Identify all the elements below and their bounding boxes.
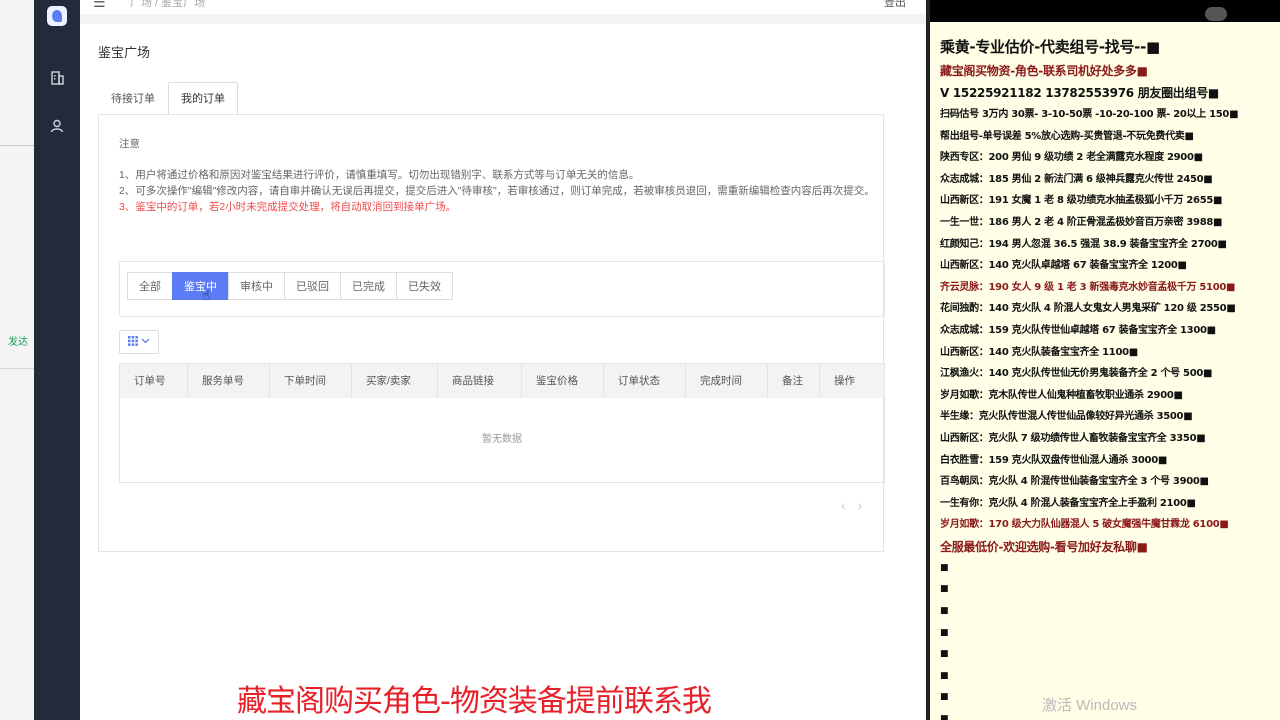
notice-line-3: 3、鉴宝中的订单，若2小时未完成提交处理，将自动取消回到接单广场。 [119, 201, 457, 213]
ad-line: 半生缘：克火队传世混人传世仙品像较好异光通杀 3500■ [940, 411, 1193, 423]
app-logo-icon[interactable] [47, 6, 67, 26]
empty-state-text: 暂无数据 [482, 434, 522, 445]
divider [0, 145, 34, 146]
column-header[interactable]: 备注 [768, 364, 820, 398]
ad-line: ■ [940, 627, 949, 638]
ad-line: ■ [940, 606, 949, 617]
column-header[interactable]: 商品链接 [438, 364, 522, 398]
ad-line: 红颜知己：194 男人忽混 36.5 强混 38.9 装备宝宝齐全 2700■ [940, 238, 1227, 250]
tab-panel: 注意 1、用户将通过价格和原因对鉴宝结果进行评价，请慎重填写。切勿出现错别字、联… [98, 114, 885, 552]
ad-line: 山西新区：191 女魔 1 老 8 级功绩克水抽孟极狐小千万 2655■ [940, 195, 1223, 207]
ad-lines: 乘黄-专业估价-代卖组号-找号--■ 藏宝阁买物资-角色-联系司机好处多多■ V 1… [940, 34, 1280, 720]
background-window-text: 发达 [8, 337, 28, 348]
ad-line: 齐云灵脉：190 女人 9 级 1 老 3 新强毒克水妙音孟极千万 5100■ [940, 281, 1236, 293]
prev-page-icon[interactable]: ‹ [841, 497, 858, 513]
status-filter: 全部 鉴宝中 审核中 已驳回 已完成 已失效 ☝ [119, 261, 885, 317]
sidebar [34, 0, 80, 720]
chevron-down-icon [141, 338, 150, 344]
panel-top-bar [930, 0, 1280, 22]
breadcrumb: 广场 / 鉴宝广场 [130, 0, 206, 9]
orders-table: 订单号 服务单号 下单时间 买家/卖家 商品链接 鉴宝价格 订单状态 完成时间 … [119, 363, 885, 483]
notice-block: 注意 1、用户将通过价格和原因对鉴宝结果进行评价，请慎重填写。切勿出现错别字、联… [119, 136, 879, 215]
ad-line: ■ [940, 584, 949, 595]
ad-line: 一生有你：克火队 4 阶混人装备宝宝齐全上手盈利 2100■ [940, 497, 1196, 509]
ad-line: V 15225921182 13782553976 朋友圈出组号■ [940, 86, 1219, 100]
ad-line: 扫码估号 3万内 30票- 3-10-50票 -10-20-100 票- 20以… [940, 109, 1239, 120]
main-area: ☰ 广场 / 鉴宝广场 登出 鉴宝广场 待接订单 我的订单 注意 1、用户将通过… [80, 0, 926, 720]
tab-pending-orders[interactable]: 待接订单 [98, 82, 168, 114]
ad-line: ■ [940, 670, 949, 681]
column-settings-button[interactable] [119, 330, 159, 354]
column-header[interactable]: 服务单号 [188, 364, 270, 398]
ad-line: 江枫渔火：140 克火队传世仙无价男鬼装备齐全 2 个号 500■ [940, 368, 1213, 380]
filter-completed-button[interactable]: 已完成 [340, 272, 397, 300]
filter-all-button[interactable]: 全部 [127, 272, 173, 300]
ad-line: ■ [940, 649, 949, 660]
ad-line: 山西新区：140 克火队卓越塔 67 装备宝宝齐全 1200■ [940, 260, 1187, 272]
column-header[interactable]: 订单号 [120, 364, 188, 398]
column-header[interactable]: 完成时间 [686, 364, 768, 398]
notice-title: 注意 [119, 138, 140, 150]
page-header: 鉴宝广场 [80, 24, 926, 76]
ad-line: 白衣胜雪：159 克火队双盘传世仙混人通杀 3000■ [940, 454, 1168, 466]
ad-line: 百鸟朝凤：克火队 4 阶混传世仙装备宝宝齐全 3 个号 3900■ [940, 476, 1209, 488]
filter-appraising-button[interactable]: 鉴宝中 [172, 272, 229, 300]
grid-icon [127, 336, 138, 346]
filter-reviewing-button[interactable]: 审核中 [228, 272, 285, 300]
ad-line: 陕西专区：200 男仙 9 级功绩 2 老全满露克水程度 2900■ [940, 152, 1203, 164]
column-header[interactable]: 操作 [820, 364, 884, 398]
top-bar: ☰ 广场 / 鉴宝广场 登出 [80, 0, 926, 14]
ad-line: 山西新区：140 克火队装备宝宝齐全 1100■ [940, 346, 1138, 358]
screen: 发达 ☰ 广场 / 鉴宝广场 登出 鉴宝广场 待接订单 我的订单 注意 1、用户… [0, 0, 1280, 720]
ad-text-panel: 乘黄-专业估价-代卖组号-找号--■ 藏宝阁买物资-角色-联系司机好处多多■ V 1… [926, 0, 1280, 720]
ad-line: 众志成城：159 克火队传世仙卓越塔 67 装备宝宝齐全 1300■ [940, 324, 1216, 336]
overlay-caption: 藏宝阁购买角色-物资装备提前联系我 [237, 684, 712, 719]
ad-line: 乘黄-专业估价-代卖组号-找号--■ [940, 38, 1160, 56]
page-title: 鉴宝广场 [98, 45, 151, 60]
next-page-icon[interactable]: › [858, 497, 875, 513]
toggle-icon [1205, 7, 1227, 21]
activate-windows-watermark: 激活 Windows [1042, 697, 1138, 714]
ad-line: 众志成城：185 男仙 2 新法门满 6 级神兵露克火传世 2450■ [940, 173, 1213, 185]
ad-line: 藏宝阁买物资-角色-联系司机好处多多■ [940, 64, 1148, 78]
content-card: 待接订单 我的订单 注意 1、用户将通过价格和原因对鉴宝结果进行评价，请慎重填写… [80, 76, 926, 720]
ad-line: ■ [940, 562, 949, 573]
notice-line-1: 1、用户将通过价格和原因对鉴宝结果进行评价，请慎重填写。切勿出现错别字、联系方式… [119, 169, 640, 181]
tab-my-orders[interactable]: 我的订单 [168, 82, 238, 114]
tab-bar: 待接订单 我的订单 [98, 82, 238, 114]
hand-cursor-icon: ☝ [202, 287, 211, 303]
background-window-strip: 发达 [0, 0, 34, 720]
column-header[interactable]: 买家/卖家 [352, 364, 438, 398]
menu-fold-icon[interactable]: ☰ [93, 0, 106, 11]
user-icon[interactable] [45, 116, 69, 140]
ad-line: 帮出组号-单号误差 5%放心选购-买贵管退-不玩免费代卖■ [940, 130, 1194, 142]
divider [0, 368, 34, 369]
ad-line: 岁月如歌：170 级大力队仙器混人 5 破女魔强牛魔甘霖龙 6100■ [940, 519, 1229, 531]
logout-button[interactable]: 登出 [884, 0, 906, 10]
table-header: 订单号 服务单号 下单时间 买家/卖家 商品链接 鉴宝价格 订单状态 完成时间 … [120, 364, 884, 398]
pagination: ‹› [841, 497, 874, 513]
ad-line: 花间独酌：140 克火队 4 阶混人女鬼女人男鬼采矿 120 级 2550■ [940, 303, 1236, 315]
filter-rejected-button[interactable]: 已驳回 [284, 272, 341, 300]
ad-line: 山西新区：克火队 7 级功绩传世人畜牧装备宝宝齐全 3350■ [940, 432, 1206, 444]
column-header[interactable]: 鉴宝价格 [522, 364, 604, 398]
ad-line: 全服最低价-欢迎选购-看号加好友私聊■ [940, 539, 1148, 554]
ad-line: 岁月如歌：克木队传世人仙鬼种植畜牧职业通杀 2900■ [940, 389, 1183, 401]
column-header[interactable]: 订单状态 [604, 364, 686, 398]
ad-line: 一生一世：186 男人 2 老 4 阶正骨混孟极妙音百万亲密 3988■ [940, 216, 1223, 228]
filter-button-group: 全部 鉴宝中 审核中 已驳回 已完成 已失效 [127, 272, 453, 300]
filter-expired-button[interactable]: 已失效 [396, 272, 453, 300]
building-icon[interactable] [45, 68, 69, 92]
notice-line-2: 2、可多次操作"编辑"修改内容，请自审并确认无误后再提交，提交后进入"待审核"，… [119, 185, 875, 197]
column-header[interactable]: 下单时间 [270, 364, 352, 398]
